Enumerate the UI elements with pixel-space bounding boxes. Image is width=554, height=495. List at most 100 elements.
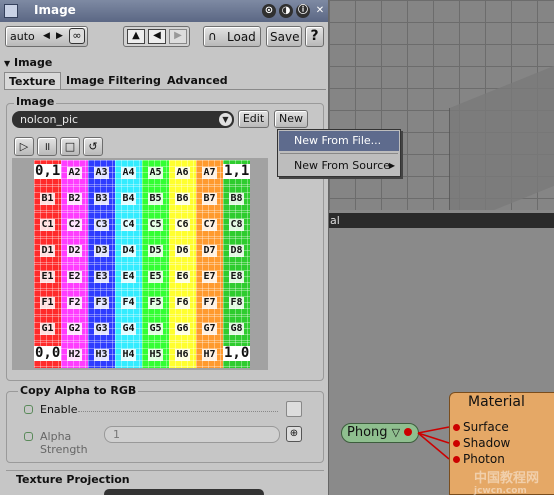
grid-cell: A5: [142, 160, 169, 186]
grid-cell: E2: [61, 264, 88, 290]
grid-cell: F3: [88, 290, 115, 316]
grid-column: 1,1 B8 C8 D8 E8 F8 G8 1,0: [223, 160, 251, 368]
grid-cell: C2: [61, 212, 88, 238]
grid-cell-label: A2: [67, 167, 82, 179]
stop-icon[interactable]: □: [60, 137, 80, 156]
up-arrow-icon[interactable]: ▲: [127, 29, 145, 44]
new-button[interactable]: New: [274, 110, 308, 128]
grid-cell: D7: [196, 238, 223, 264]
test-image-grid: 0,1 B1 C1 D1 E1 F1 G1 0,0 A2 B2 C2 D2 E2 F2 G2 H2 A3 B3 C3…: [34, 160, 251, 368]
grid-cell: A7: [196, 160, 223, 186]
grid-cell-label: F8: [229, 297, 244, 309]
tab-divider: [4, 89, 326, 90]
rewind-icon[interactable]: ↺: [83, 137, 103, 156]
title-bar[interactable]: Image ⊙ ◑ ⓘ ✕: [0, 0, 328, 22]
texture-projection-dropdown[interactable]: [104, 489, 264, 495]
save-button[interactable]: Save: [266, 26, 302, 47]
tab-image-filtering[interactable]: Image Filtering: [62, 72, 165, 90]
grid-cell-label: A7: [202, 167, 217, 179]
menu-item-new-from-source[interactable]: New From Source ▶: [279, 156, 399, 176]
grid-cell-label: G2: [67, 323, 82, 335]
menu-item-new-from-file[interactable]: New From File...: [279, 131, 399, 151]
grid-cell-label: E6: [175, 271, 190, 283]
phong-output-port[interactable]: [404, 428, 413, 436]
grid-cell-label: D7: [202, 245, 217, 257]
grid-cell-label: F3: [94, 297, 109, 309]
grid-cell-label: D1: [40, 245, 55, 257]
grid-cell: F4: [115, 290, 142, 316]
previous-arrow-icon[interactable]: ◀: [43, 31, 50, 41]
grid-cell-label: B5: [148, 193, 163, 205]
grid-cell: E7: [196, 264, 223, 290]
enable-label: Enable: [40, 403, 78, 416]
image-section-header[interactable]: ▼ Image: [0, 54, 328, 71]
image-preview[interactable]: 0,1 B1 C1 D1 E1 F1 G1 0,0 A2 B2 C2 D2 E2 F2 G2 H2 A3 B3 C3…: [12, 158, 268, 370]
tab-texture[interactable]: Texture: [4, 72, 61, 90]
grid-cell: E3: [88, 264, 115, 290]
grid-cell: C3: [88, 212, 115, 238]
image-source-dropdown[interactable]: nolcon_pic ▼: [12, 111, 234, 128]
grid-cell: B4: [115, 186, 142, 212]
close-icon[interactable]: ✕: [313, 4, 327, 18]
grid-cell: B3: [88, 186, 115, 212]
grid-cell-label: A5: [148, 167, 163, 179]
grid-cell: E6: [169, 264, 196, 290]
grid-column: A3 B3 C3 D3 E3 F3 G3 H3: [88, 160, 115, 368]
enable-checkbox[interactable]: [286, 401, 302, 417]
image-property-editor: Image ⊙ ◑ ⓘ ✕ auto ◀ ▶ ∞ ▲ ◀ ▶ ∩ Load Sa…: [0, 0, 329, 495]
grid-cell-label: H3: [94, 349, 109, 361]
grid-cell: C5: [142, 212, 169, 238]
shadow-port[interactable]: [453, 440, 460, 447]
viewport-floor-plane: [449, 51, 554, 210]
edit-button[interactable]: Edit: [238, 110, 269, 128]
alpha-strength-label-line1: Alpha: [40, 430, 72, 443]
3d-viewport[interactable]: [329, 0, 554, 210]
grid-cell: E5: [142, 264, 169, 290]
tab-advanced[interactable]: Advanced: [163, 72, 232, 90]
grid-cell-label: C4: [121, 219, 136, 231]
pause-icon[interactable]: ॥: [37, 137, 57, 156]
help-button[interactable]: ?: [305, 26, 324, 47]
grid-cell-label: A4: [121, 167, 136, 179]
alpha-strength-label-line2: Strength: [40, 443, 88, 456]
menu-item-new-from-source-label: New From Source: [294, 159, 391, 172]
phong-node[interactable]: Phong ▽: [341, 423, 419, 443]
next-arrow-icon[interactable]: ▶: [56, 31, 63, 41]
grid-cell-label: C3: [94, 219, 109, 231]
grid-cell-label: G8: [229, 323, 244, 335]
grid-cell: E1: [34, 264, 61, 290]
grid-column: A6 B6 C6 D6 E6 F6 G6 H6: [169, 160, 196, 368]
phong-expand-icon[interactable]: ▽: [392, 426, 400, 439]
play-icon[interactable]: ▷: [14, 137, 34, 156]
preset-icon[interactable]: ◑: [279, 4, 293, 18]
alpha-strength-field[interactable]: 1: [104, 426, 280, 443]
grid-cell-label: C5: [148, 219, 163, 231]
grid-cell: D2: [61, 238, 88, 264]
grid-cell: H5: [142, 342, 169, 368]
record-icon[interactable]: ⊙: [262, 4, 276, 18]
surface-port[interactable]: [453, 424, 460, 431]
photon-port[interactable]: [453, 456, 460, 463]
info-icon[interactable]: ⓘ: [296, 4, 310, 18]
grid-cell-label: G1: [40, 323, 55, 335]
grid-cell-label: H6: [175, 349, 190, 361]
mode-selector[interactable]: auto ◀ ▶ ∞: [5, 26, 88, 47]
photon-port-label: Photon: [463, 452, 505, 466]
link-icon[interactable]: ∞: [69, 28, 85, 44]
grid-cell-label: H5: [148, 349, 163, 361]
grid-cell-label: F1: [40, 297, 55, 309]
load-button[interactable]: ∩ Load: [203, 26, 261, 47]
grid-cell-label: B3: [94, 193, 109, 205]
connect-icon[interactable]: ⊕: [286, 426, 302, 442]
grid-cell: B2: [61, 186, 88, 212]
grid-cell: 1,0: [223, 342, 251, 368]
grid-cell-label: G4: [121, 323, 136, 335]
grid-cell-label: H4: [121, 349, 136, 361]
forward-arrow-icon[interactable]: ▶: [169, 29, 187, 44]
grid-column: A4 B4 C4 D4 E4 F4 G4 H4: [115, 160, 142, 368]
back-arrow-icon[interactable]: ◀: [148, 29, 166, 44]
grid-cell: E4: [115, 264, 142, 290]
grid-cell: B8: [223, 186, 250, 212]
enable-leader-line: [78, 411, 278, 412]
grid-cell-label: A6: [175, 167, 190, 179]
